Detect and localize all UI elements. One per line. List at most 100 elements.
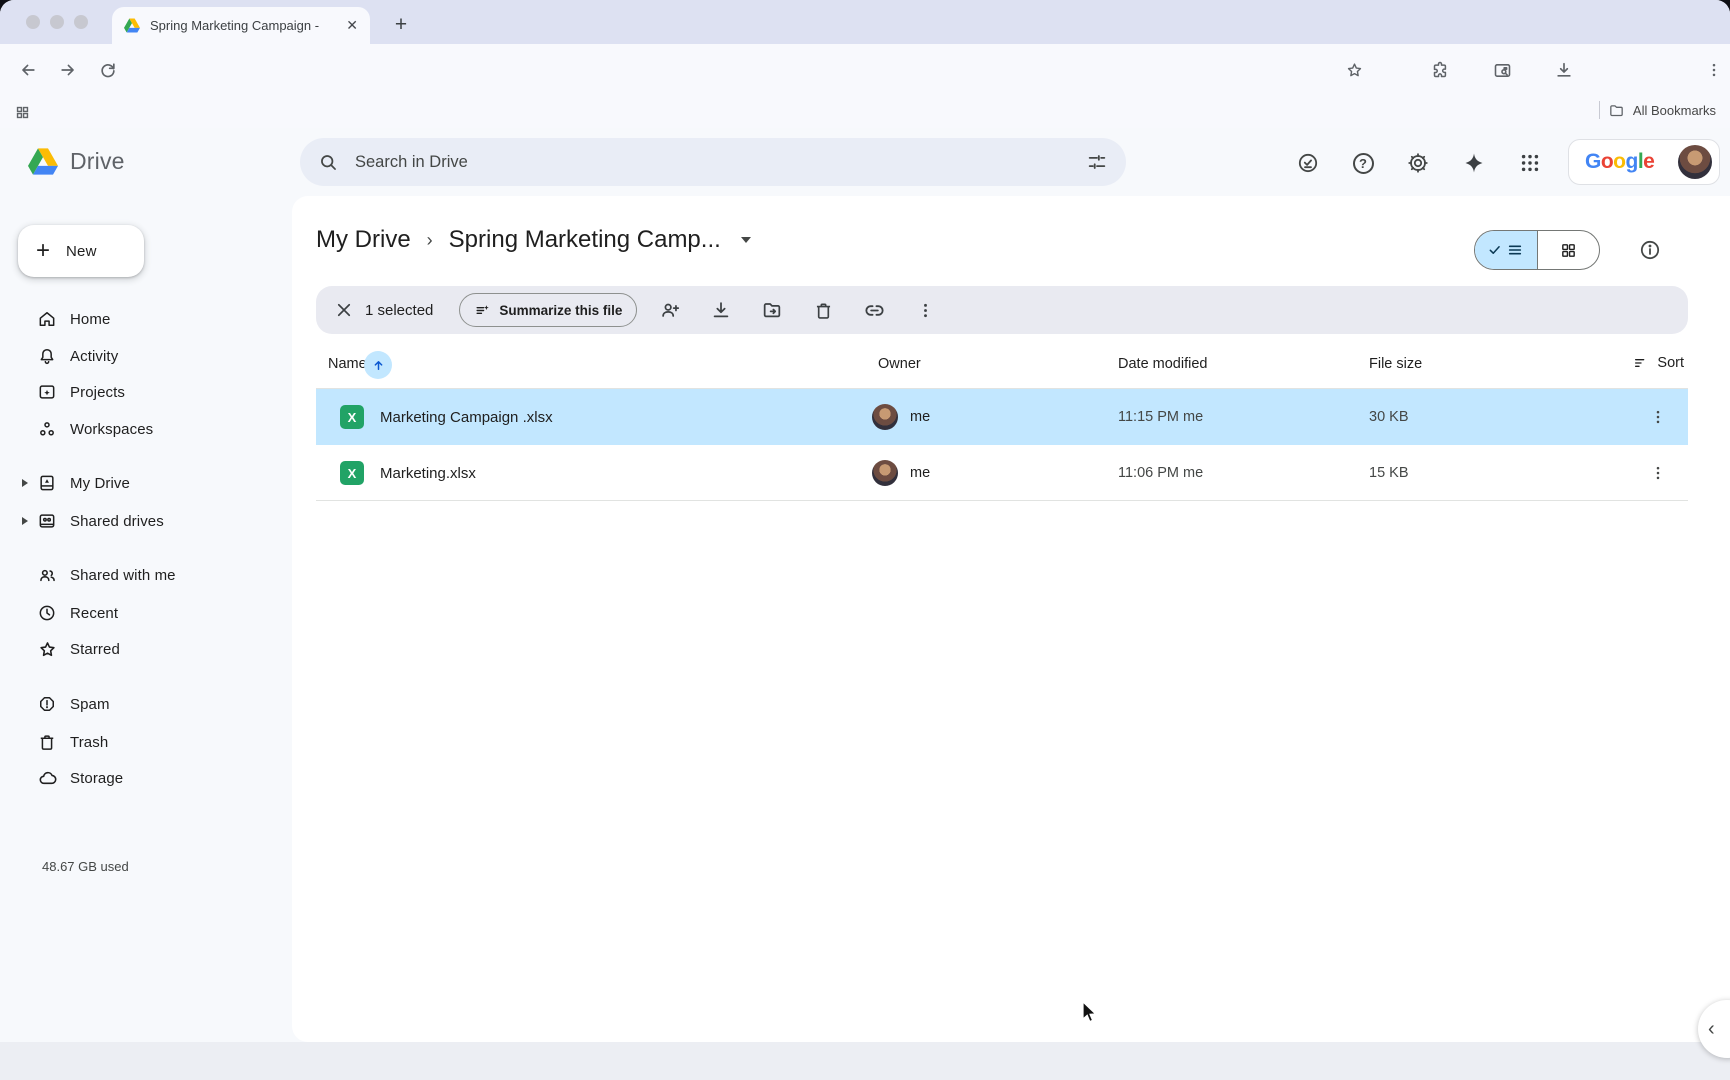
sidebar-item-my-drive[interactable]: My Drive xyxy=(0,465,272,501)
back-icon[interactable] xyxy=(16,58,40,82)
window-close-button[interactable] xyxy=(26,15,40,29)
browser-tab[interactable]: Spring Marketing Campaign - ✕ xyxy=(112,7,370,44)
gemini-sparkle-icon[interactable] xyxy=(1461,150,1487,176)
drive-favicon xyxy=(124,18,140,33)
browser-navbar: drive.google.com/scary/drive/folders/1BH… xyxy=(0,44,1730,96)
grid-view-button[interactable] xyxy=(1537,231,1600,269)
tab-groups-icon[interactable] xyxy=(10,100,34,124)
screen: Spring Marketing Campaign - ✕ + drive.go… xyxy=(0,0,1730,1080)
sort-ascending-badge[interactable] xyxy=(364,351,392,379)
settings-gear-icon[interactable] xyxy=(1405,150,1431,176)
breadcrumb-row: My Drive › Spring Marketing Camp... xyxy=(316,226,1700,276)
help-icon[interactable]: ? xyxy=(1350,150,1376,176)
bookmark-star-icon[interactable] xyxy=(1342,58,1366,82)
details-info-icon[interactable] xyxy=(1638,238,1662,262)
window-zoom-button[interactable] xyxy=(74,15,88,29)
search-tabs-icon[interactable] xyxy=(1490,58,1514,82)
sidebar-item-recent[interactable]: Recent xyxy=(0,595,272,631)
extensions-icon[interactable] xyxy=(1428,58,1452,82)
copy-link-icon[interactable] xyxy=(856,292,892,328)
storage-used-label: 48.67 GB used xyxy=(42,859,129,874)
search-options-icon[interactable] xyxy=(1086,151,1108,173)
search-input[interactable] xyxy=(355,153,1086,172)
folder-icon xyxy=(1608,102,1625,119)
selection-toolbar: 1 selected Summarize this file xyxy=(316,286,1688,334)
file-size: 15 KB xyxy=(1369,445,1409,501)
shared-drives-icon xyxy=(36,510,58,532)
page-bottom-strip xyxy=(0,1042,1730,1080)
offline-status-icon[interactable] xyxy=(1295,150,1321,176)
new-tab-button[interactable]: + xyxy=(386,10,416,40)
reload-icon[interactable] xyxy=(96,58,120,82)
sidebar-item-activity[interactable]: Activity xyxy=(0,338,272,374)
sidebar-item-home[interactable]: Home xyxy=(0,301,272,337)
sidebar-item-shared-with-me[interactable]: Shared with me xyxy=(0,557,272,593)
google-wordmark: Google xyxy=(1585,150,1678,174)
move-to-folder-icon[interactable] xyxy=(754,292,790,328)
chevron-right-icon: › xyxy=(427,230,433,251)
column-header-size[interactable]: File size xyxy=(1369,356,1422,372)
file-modified: 11:06 PM me xyxy=(1118,445,1203,501)
people-icon xyxy=(36,564,58,586)
downloads-icon[interactable] xyxy=(1552,58,1576,82)
browser-window: Spring Marketing Campaign - ✕ + drive.go… xyxy=(0,0,1730,1080)
tab-close-icon[interactable]: ✕ xyxy=(346,17,358,34)
file-row[interactable]: X Marketing Campaign .xlsx me 11:15 PM m… xyxy=(316,389,1688,445)
summarize-file-button[interactable]: Summarize this file xyxy=(459,293,637,327)
column-header-name[interactable]: Name xyxy=(328,356,367,372)
file-name: Marketing.xlsx xyxy=(380,445,476,501)
spreadsheet-file-icon: X xyxy=(340,405,364,429)
clear-selection-icon[interactable] xyxy=(329,295,359,325)
drive-wordmark: Drive xyxy=(70,148,125,175)
owner-avatar xyxy=(872,460,898,486)
column-header-owner[interactable]: Owner xyxy=(878,356,921,372)
expand-caret-icon[interactable] xyxy=(22,517,28,525)
breadcrumb-my-drive[interactable]: My Drive xyxy=(316,226,411,254)
spam-icon xyxy=(36,693,58,715)
column-header-modified[interactable]: Date modified xyxy=(1118,356,1207,372)
drive-search-bar[interactable] xyxy=(300,138,1126,186)
bookmarks-bar: All Bookmarks xyxy=(0,96,1730,128)
sidebar-item-storage[interactable]: Storage xyxy=(0,760,272,796)
forward-icon[interactable] xyxy=(56,58,80,82)
list-view-button[interactable] xyxy=(1475,231,1537,269)
sidebar-item-spam[interactable]: Spam xyxy=(0,686,272,722)
new-button[interactable]: + New xyxy=(18,225,144,277)
sidebar-item-trash[interactable]: Trash xyxy=(0,724,272,760)
file-owner: me xyxy=(872,445,930,501)
file-name: Marketing Campaign .xlsx xyxy=(380,389,553,445)
drive-logo[interactable]: Drive xyxy=(28,148,125,175)
file-row[interactable]: X Marketing.xlsx me 11:06 PM me 15 KB xyxy=(316,445,1688,501)
drive-app: Drive ? xyxy=(0,128,1730,1080)
drive-sidebar: + New Home Activity Projects Workspaces xyxy=(0,196,292,1042)
breadcrumb-current-folder[interactable]: Spring Marketing Camp... xyxy=(449,226,721,254)
file-modified: 11:15 PM me xyxy=(1118,389,1203,445)
search-icon xyxy=(318,152,339,173)
folder-menu-caret-icon[interactable] xyxy=(741,237,751,243)
google-apps-grid-icon[interactable] xyxy=(1517,150,1543,176)
share-add-person-icon[interactable] xyxy=(652,292,688,328)
file-list: X Marketing Campaign .xlsx me 11:15 PM m… xyxy=(316,389,1688,501)
my-drive-icon xyxy=(36,472,58,494)
google-account-button[interactable]: Google xyxy=(1568,139,1720,185)
sidebar-item-starred[interactable]: Starred xyxy=(0,631,272,667)
sidebar-item-projects[interactable]: Projects xyxy=(0,374,272,410)
list-icon xyxy=(1507,242,1523,258)
bell-icon xyxy=(36,345,58,367)
sidebar-item-shared-drives[interactable]: Shared drives xyxy=(0,503,272,539)
more-actions-icon[interactable] xyxy=(907,292,943,328)
sort-button[interactable]: Sort xyxy=(1633,355,1684,371)
expand-caret-icon[interactable] xyxy=(22,479,28,487)
sidebar-item-workspaces[interactable]: Workspaces xyxy=(0,411,272,447)
account-avatar xyxy=(1678,145,1712,179)
row-more-actions-icon[interactable] xyxy=(1640,399,1676,435)
browser-menu-icon[interactable] xyxy=(1702,58,1726,82)
all-bookmarks-button[interactable]: All Bookmarks xyxy=(1599,101,1716,119)
trash-icon[interactable] xyxy=(805,292,841,328)
cloud-icon xyxy=(36,767,58,789)
download-icon[interactable] xyxy=(703,292,739,328)
arrow-up-icon xyxy=(371,358,386,373)
window-minimize-button[interactable] xyxy=(50,15,64,29)
trash-icon xyxy=(36,731,58,753)
row-more-actions-icon[interactable] xyxy=(1640,455,1676,491)
